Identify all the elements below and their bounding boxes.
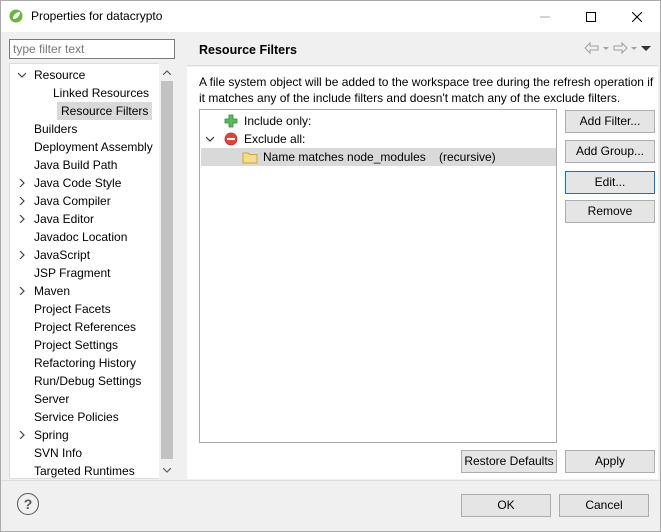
properties-dialog: Properties for datacrypto Resource Linked… [0, 0, 661, 532]
include-label: Include only: [244, 114, 312, 128]
chevron-down-icon[interactable] [18, 66, 26, 84]
tree-item[interactable]: JSP Fragment [34, 264, 110, 282]
minimize-button[interactable] [522, 1, 568, 32]
filter-input[interactable] [9, 39, 175, 59]
tree-item-label: Deployment Assembly [34, 140, 153, 154]
tree-item[interactable]: Linked Resources [53, 84, 149, 102]
include-plus-icon [224, 114, 238, 128]
minimize-icon [540, 16, 550, 17]
forward-arrow-icon[interactable] [612, 42, 628, 54]
folder-icon [242, 152, 258, 164]
filter-rule-name: Name matches node_modules [263, 150, 426, 164]
tree-item-label: Project Settings [34, 338, 119, 352]
tree-item[interactable]: Server [34, 390, 69, 408]
forward-dropdown-icon[interactable] [630, 42, 638, 54]
tree-item[interactable]: Project Settings [34, 336, 118, 354]
view-menu-icon[interactable] [640, 42, 652, 54]
tree-item[interactable]: Resource [18, 66, 86, 84]
tree-item-label: Javadoc Location [34, 230, 128, 244]
tree-item-label: Builders [34, 122, 78, 136]
tree-item-label: Project References [34, 320, 137, 334]
tree-item-label: Java Editor [34, 212, 95, 226]
tree-item-label: Refactoring History [34, 356, 137, 370]
tree-item[interactable]: Targeted Runtimes [34, 462, 135, 478]
edit-button[interactable]: Edit... [565, 171, 655, 194]
filter-rule-suffix: (recursive) [439, 150, 496, 164]
tree-item[interactable]: Service Policies [34, 408, 119, 426]
tree-item[interactable]: Spring [19, 426, 69, 444]
tree-item-label: JavaScript [34, 248, 91, 262]
tree-item-label: Linked Resources [53, 86, 150, 100]
chevron-right-icon[interactable] [18, 246, 26, 264]
title-bar: Properties for datacrypto [1, 1, 660, 32]
tree-item-label: Run/Debug Settings [34, 374, 142, 388]
maximize-button[interactable] [568, 1, 614, 32]
exclude-label: Exclude all: [244, 132, 306, 146]
tree-item-label: Targeted Runtimes [34, 464, 135, 478]
chevron-right-icon[interactable] [18, 210, 26, 228]
page-title: Resource Filters [199, 43, 297, 57]
filter-rule-row[interactable]: Name matches node_modules (recursive) [201, 148, 556, 166]
tree-item[interactable]: JavaScript [19, 246, 91, 264]
property-page-tree: Resource Linked Resources Resource Filters… [9, 63, 175, 479]
chevron-down-icon[interactable] [206, 130, 214, 148]
page-description: A file system object will be added to th… [199, 75, 654, 105]
tree-item[interactable]: Javadoc Location [34, 228, 127, 246]
tree-item-label: Spring [34, 428, 69, 442]
tree-item[interactable]: Builders [34, 120, 77, 138]
ok-button[interactable]: OK [461, 494, 551, 517]
chevron-right-icon[interactable] [18, 426, 26, 444]
close-icon [632, 11, 642, 22]
tree-item-label: Java Code Style [34, 176, 122, 190]
apply-button[interactable]: Apply [565, 450, 655, 473]
filters-tree: Include only: Exclude all: Name matches … [199, 109, 557, 443]
chevron-right-icon[interactable] [18, 192, 26, 210]
tree-item-label: JSP Fragment [34, 266, 111, 280]
chevron-right-icon[interactable] [18, 282, 26, 300]
cancel-button[interactable]: Cancel [559, 494, 649, 517]
tree-item[interactable]: Java Compiler [19, 192, 111, 210]
tree-scrollbar[interactable] [159, 63, 175, 479]
restore-defaults-button[interactable]: Restore Defaults [461, 450, 557, 473]
add-group-button[interactable]: Add Group... [565, 140, 655, 163]
back-dropdown-icon[interactable] [602, 42, 610, 54]
tree-item[interactable]: Refactoring History [34, 354, 136, 372]
add-filter-button[interactable]: Add Filter... [565, 110, 655, 133]
tree-item[interactable]: Project References [34, 318, 136, 336]
tree-item[interactable]: Deployment Assembly [34, 138, 153, 156]
tree-item-label: Service Policies [34, 410, 119, 424]
tree-item-label: Java Compiler [34, 194, 111, 208]
tree-item-label: Project Facets [34, 302, 111, 316]
tree-item[interactable]: Resource Filters [57, 102, 153, 120]
window-title: Properties for datacrypto [31, 9, 163, 23]
chevron-right-icon[interactable] [18, 174, 26, 192]
remove-button[interactable]: Remove [565, 200, 655, 223]
tree-item[interactable]: Java Code Style [19, 174, 122, 192]
back-arrow-icon[interactable] [584, 42, 600, 54]
close-button[interactable] [614, 1, 660, 32]
tree-item-label: Server [34, 392, 70, 406]
maximize-icon [586, 11, 596, 22]
page-nav [584, 42, 652, 54]
scroll-down-icon[interactable] [161, 463, 173, 477]
tree-item[interactable]: Java Build Path [34, 156, 117, 174]
tree-item[interactable]: Maven [19, 282, 71, 300]
tree-item[interactable]: SVN Info [34, 444, 82, 462]
page-header: Resource Filters [187, 33, 658, 66]
tree-item-label: Maven [34, 284, 71, 298]
tree-item-label: SVN Info [34, 446, 83, 460]
tree-item-label: Resource [34, 68, 86, 82]
help-icon[interactable]: ? [17, 493, 39, 515]
tree-item-label: Java Build Path [34, 158, 118, 172]
tree-item[interactable]: Run/Debug Settings [34, 372, 141, 390]
bottom-separator [1, 480, 660, 481]
spring-leaf-icon [9, 9, 23, 23]
exclude-minus-icon [224, 132, 238, 146]
scroll-thumb[interactable] [161, 81, 173, 459]
tree-item[interactable]: Project Facets [34, 300, 111, 318]
tree-item[interactable]: Java Editor [19, 210, 95, 228]
tree-item-label: Resource Filters [61, 104, 149, 118]
scroll-up-icon[interactable] [161, 65, 173, 79]
